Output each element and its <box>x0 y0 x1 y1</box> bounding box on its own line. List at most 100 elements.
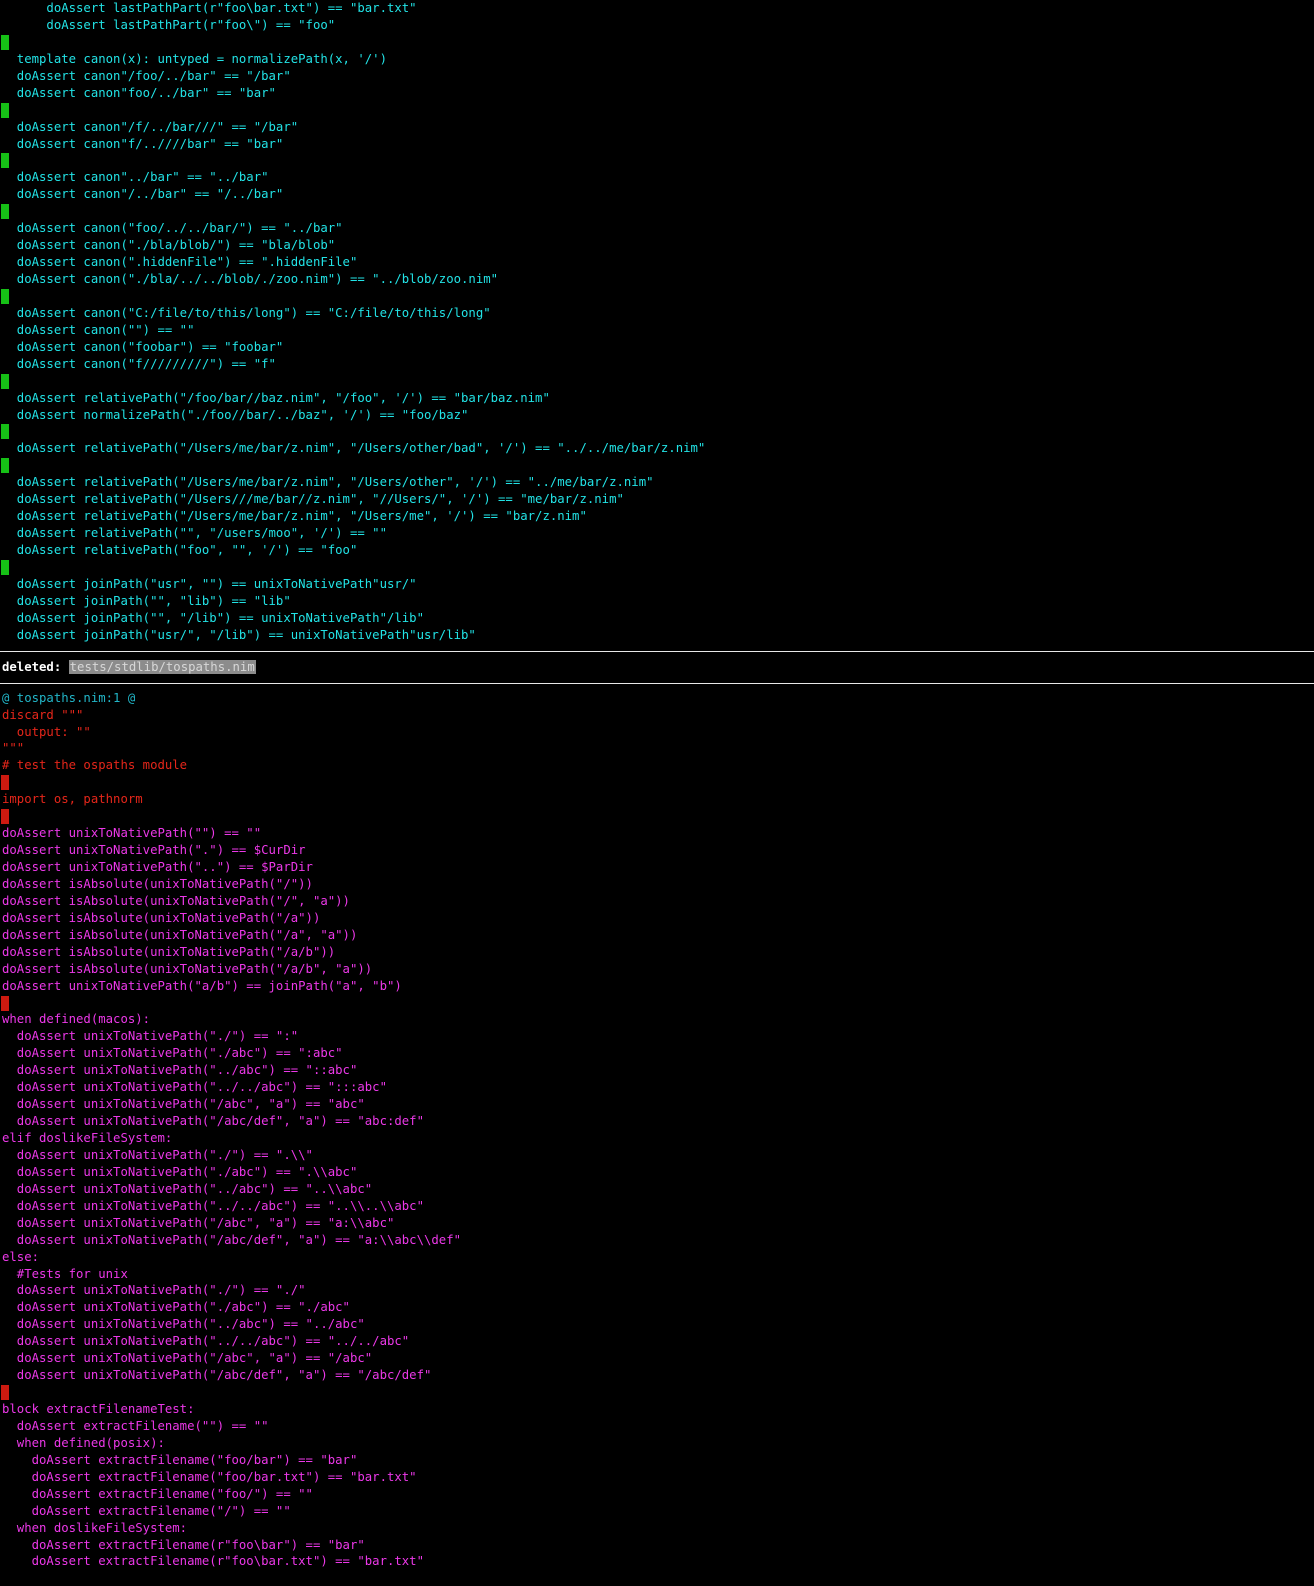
code-line: doAssert canon("") == "" <box>2 322 195 337</box>
code-line: doAssert canon("f/////////") == "f" <box>2 356 276 371</box>
code-line: block extractFilenameTest: <box>2 1402 195 1416</box>
change-marker <box>1 373 9 389</box>
code-line: doAssert extractFilename("foo/bar") == "… <box>2 1452 358 1467</box>
code-line: doAssert unixToNativePath("./abc") == ":… <box>2 1046 343 1061</box>
change-marker <box>1 775 9 791</box>
terminal-window[interactable]: doAssert lastPathPart(r"foo\bar.txt") ==… <box>0 0 1314 1586</box>
code-line: doAssert unixToNativePath("") == "" <box>2 826 262 841</box>
blank-line-marker <box>0 203 1314 220</box>
blank-line-marker <box>0 774 1314 791</box>
blank-line-marker <box>0 559 1314 576</box>
code-line: output: "" <box>2 724 91 739</box>
code-line: doAssert canon"../bar" == "../bar" <box>2 170 269 185</box>
code-line: template canon(x): untyped = normalizePa… <box>2 51 387 66</box>
code-line: doAssert relativePath("", "/users/moo", … <box>2 526 387 541</box>
code-line: doAssert canon"foo/../bar" == "bar" <box>2 85 276 100</box>
change-marker <box>1 34 9 50</box>
code-line: doAssert unixToNativePath("./") == ".\\" <box>2 1147 313 1162</box>
blank-line-marker <box>0 1384 1314 1401</box>
code-line: doAssert canon(".hiddenFile") == ".hidde… <box>2 255 358 270</box>
code-line: doAssert extractFilename("foo/bar.txt") … <box>2 1469 417 1484</box>
change-marker <box>1 204 9 220</box>
code-line: doAssert unixToNativePath("/abc/def", "a… <box>2 1368 432 1383</box>
code-line: doAssert extractFilename("foo/") == "" <box>2 1486 313 1501</box>
code-line: doAssert unixToNativePath("../../abc") =… <box>2 1080 387 1095</box>
file-status-label: deleted: <box>2 659 69 674</box>
code-line: doAssert canon"f/..////bar" == "bar" <box>2 136 284 151</box>
code-line: doAssert isAbsolute(unixToNativePath("/a… <box>2 944 336 959</box>
code-line: doAssert isAbsolute(unixToNativePath("/a… <box>2 961 373 976</box>
code-line: doAssert joinPath("", "/lib") == unixToN… <box>2 610 424 625</box>
code-line: doAssert isAbsolute(unixToNativePath("/"… <box>2 893 350 908</box>
code-line: """ <box>2 741 25 756</box>
blank-line-marker <box>0 423 1314 440</box>
code-line: doAssert extractFilename(r"foo\bar.txt")… <box>2 1554 424 1569</box>
file-path[interactable]: tests/stdlib/tospaths.nim <box>68 659 256 674</box>
code-line: discard """ <box>2 707 84 722</box>
code-line: doAssert lastPathPart(r"foo\") == "foo" <box>2 17 336 32</box>
blank-line-marker <box>0 152 1314 169</box>
code-line: doAssert canon("C:/file/to/this/long") =… <box>2 305 491 320</box>
file-header: deleted: tests/stdlib/tospaths.nim <box>0 658 1314 676</box>
code-line: doAssert canon"/../bar" == "/../bar" <box>2 187 284 202</box>
blank-line-marker <box>0 373 1314 390</box>
code-line: doAssert unixToNativePath("/abc/def", "a… <box>2 1232 462 1247</box>
code-line: doAssert unixToNativePath("../abc") == "… <box>2 1181 373 1196</box>
code-line: doAssert relativePath("foo", "", '/') ==… <box>2 543 358 557</box>
code-line: doAssert relativePath("/Users/me/bar/z.n… <box>2 475 654 490</box>
code-line: doAssert normalizePath("./foo//bar/../ba… <box>2 407 469 422</box>
code-line: doAssert unixToNativePath("/abc", "a") =… <box>2 1215 395 1230</box>
change-marker <box>1 458 9 474</box>
code-line: doAssert isAbsolute(unixToNativePath("/a… <box>2 927 358 942</box>
code-line: doAssert canon("./bla/blob/") == "bla/bl… <box>2 238 336 253</box>
code-line: doAssert unixToNativePath("./") == "./" <box>2 1283 306 1298</box>
code-line: when doslikeFileSystem: <box>2 1520 188 1535</box>
code-line: doAssert unixToNativePath("./abc") == ".… <box>2 1300 350 1315</box>
code-line: doAssert joinPath("", "lib") == "lib" <box>2 593 291 608</box>
code-line: doAssert extractFilename("") == "" <box>2 1418 269 1433</box>
code-line: doAssert unixToNativePath("/abc", "a") =… <box>2 1097 365 1112</box>
change-marker <box>1 424 9 440</box>
code-line: doAssert canon("foo/../../bar/") == "../… <box>2 221 343 236</box>
code-line: doAssert joinPath("usr/", "/lib") == uni… <box>2 627 476 642</box>
change-marker <box>1 995 9 1011</box>
blank-line-marker <box>0 995 1314 1012</box>
code-line: doAssert extractFilename(r"foo\bar") == … <box>2 1537 365 1552</box>
code-line: doAssert unixToNativePath("../abc") == "… <box>2 1063 358 1078</box>
hunk-header: @ tospaths.nim:1 @ <box>2 690 136 705</box>
code-line: doAssert unixToNativePath("./abc") == ".… <box>2 1164 358 1179</box>
code-line: doAssert unixToNativePath("./") == ":" <box>2 1029 299 1044</box>
change-marker <box>1 102 9 118</box>
code-line: doAssert isAbsolute(unixToNativePath("/"… <box>2 876 313 891</box>
blank-line-marker <box>0 457 1314 474</box>
code-line: doAssert joinPath("usr", "") == unixToNa… <box>2 576 417 591</box>
code-line: # test the ospaths module <box>2 758 188 773</box>
code-line: doAssert extractFilename("/") == "" <box>2 1503 291 1518</box>
code-line: doAssert unixToNativePath("../abc") == "… <box>2 1317 365 1332</box>
code-line: else: <box>2 1249 40 1264</box>
code-line: doAssert isAbsolute(unixToNativePath("/a… <box>2 910 321 925</box>
file-separator-top <box>0 650 1314 652</box>
file-separator-bottom <box>0 682 1314 684</box>
blank-line-marker <box>0 102 1314 119</box>
change-marker <box>1 153 9 169</box>
code-line: doAssert unixToNativePath("a/b") == join… <box>2 978 402 993</box>
code-line: doAssert unixToNativePath("../../abc") =… <box>2 1334 410 1349</box>
change-marker <box>1 559 9 575</box>
blank-line-marker <box>0 288 1314 305</box>
change-marker <box>1 809 9 825</box>
code-line: doAssert canon("./bla/../../blob/./zoo.n… <box>2 272 499 286</box>
code-line: #Tests for unix <box>2 1266 128 1281</box>
blank-line-marker <box>0 34 1314 51</box>
code-line: when defined(macos): <box>2 1012 151 1027</box>
code-line: doAssert relativePath("/Users///me/bar//… <box>2 492 624 507</box>
blank-line-marker <box>0 808 1314 825</box>
code-line: doAssert unixToNativePath("../../abc") =… <box>2 1198 424 1213</box>
code-line: doAssert canon"/foo/../bar" == "/bar" <box>2 68 291 83</box>
code-line: when defined(posix): <box>2 1435 165 1450</box>
code-line: doAssert canon("foobar") == "foobar" <box>2 339 284 354</box>
code-line: doAssert unixToNativePath("/abc/def", "a… <box>2 1114 424 1129</box>
deleted-lines-section: @ tospaths.nim:1 @ discard """ output: "… <box>0 690 1314 1571</box>
code-line: doAssert unixToNativePath("..") == $ParD… <box>2 860 313 874</box>
code-line: doAssert canon"/f/../bar///" == "/bar" <box>2 119 299 134</box>
